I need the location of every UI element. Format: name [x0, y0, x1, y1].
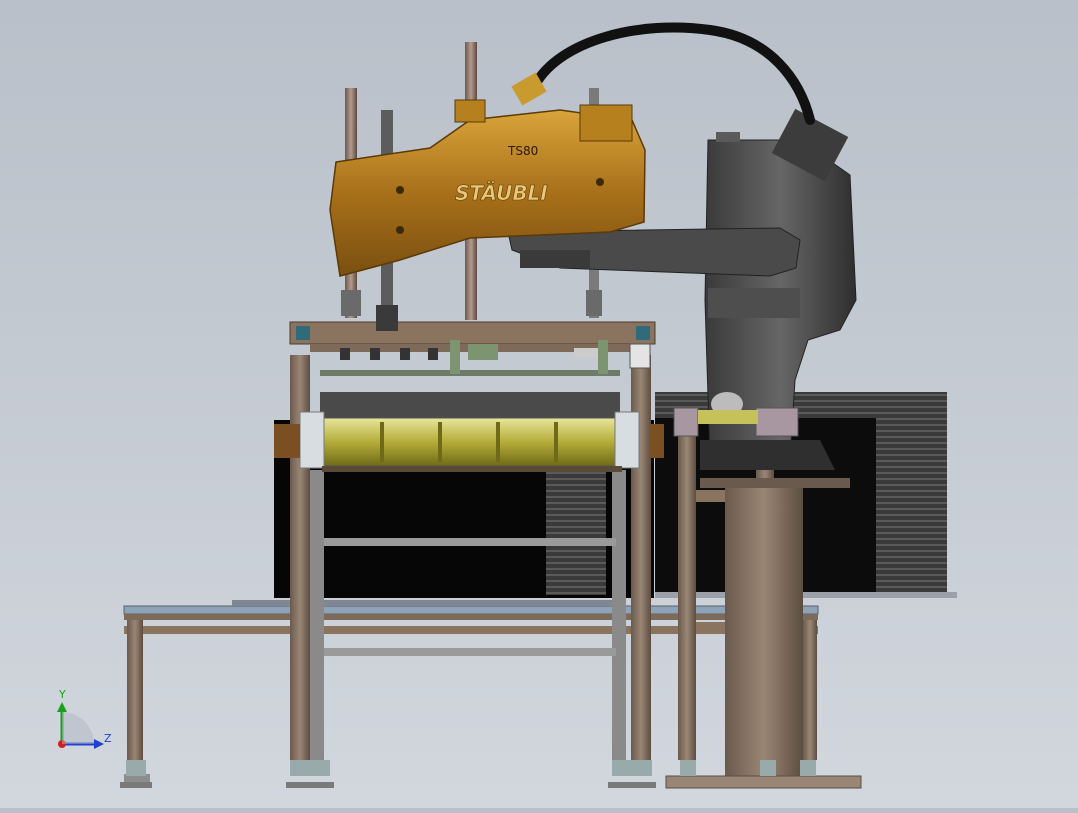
triad-z-label: Z — [104, 732, 112, 745]
model-label: TS80 — [507, 144, 538, 158]
robot-cable — [530, 22, 815, 125]
roller-assembly — [274, 392, 664, 472]
model-canvas[interactable]: STÄUBLI TS80 — [0, 0, 1078, 808]
coordinate-triad-icon — [57, 702, 104, 749]
brand-logo: STÄUBLI — [455, 181, 548, 205]
gripper-plate — [289, 321, 656, 376]
cad-viewport[interactable]: STÄUBLI TS80 Y Z — [0, 0, 1078, 808]
triad-y-label: Y — [59, 688, 66, 701]
